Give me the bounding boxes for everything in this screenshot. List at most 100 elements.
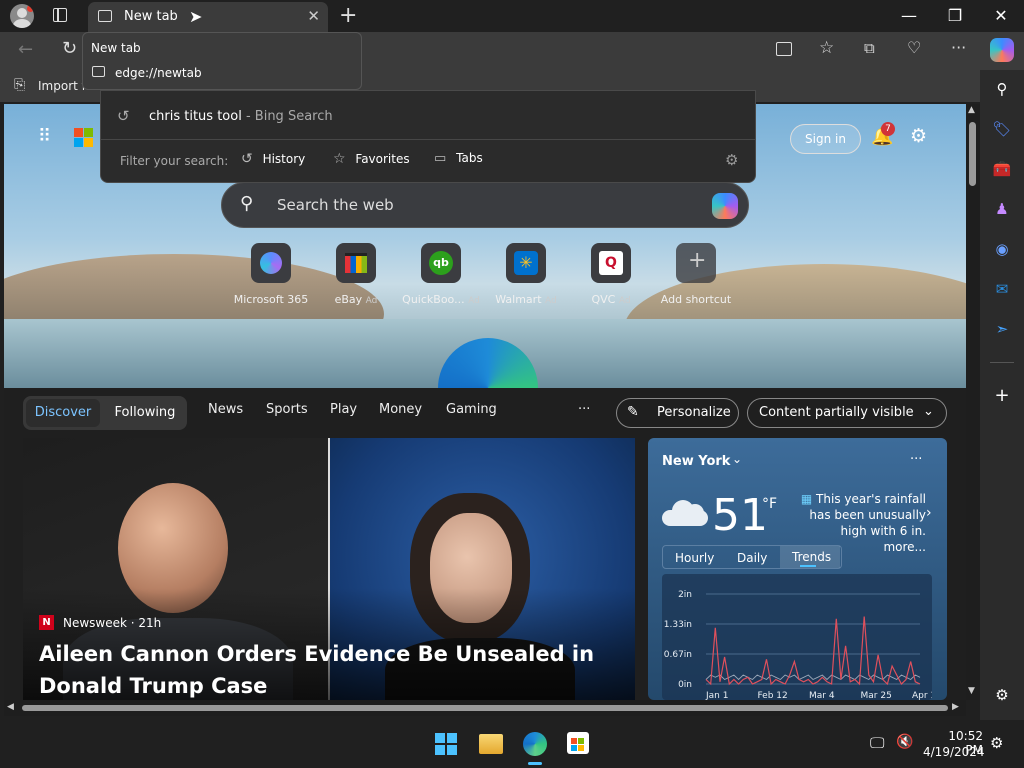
- collections-icon[interactable]: ⧉: [864, 39, 875, 57]
- content-visibility-dropdown[interactable]: Content partially visible ⌄: [747, 398, 947, 428]
- chart-y-tick-label: 0in: [678, 680, 692, 690]
- microsoft-logo: [74, 128, 94, 148]
- quick-link-label: QVC Ad: [591, 293, 631, 306]
- minimize-icon[interactable]: —: [886, 6, 932, 25]
- microsoft365-icon[interactable]: ◉: [992, 240, 1012, 260]
- tab-following[interactable]: Following: [107, 399, 183, 427]
- performance-icon[interactable]: ♡: [907, 38, 921, 57]
- weather-card[interactable]: New York ⌄ ··· 51 °F ▦ This year's rainf…: [648, 438, 947, 700]
- nav-more-icon[interactable]: ···: [578, 402, 590, 417]
- outlook-icon[interactable]: ✉: [992, 280, 1012, 300]
- search-box[interactable]: ⚲ Search the web: [221, 182, 749, 228]
- edge-sidebar: ⚲ 🏷 🧰 ♟ ◉ ✉ ➣ + ⚙: [980, 70, 1024, 720]
- personalize-label: Personalize: [657, 405, 731, 420]
- chart-series-normal-line: [705, 674, 921, 681]
- quick-link-qvc[interactable]: Q QVC Ad: [571, 243, 651, 306]
- content-feed: Discover Following News Sports Play Mone…: [4, 388, 966, 700]
- chevron-down-icon: ⌄: [923, 404, 934, 419]
- split-screen-icon[interactable]: [776, 42, 792, 56]
- edit-icon: ✎: [627, 404, 639, 420]
- close-window-icon[interactable]: ✕: [978, 6, 1024, 25]
- tab-hourly[interactable]: Hourly: [675, 551, 714, 565]
- title-bar: New tab ✕ ➤ + — ❐ ✕: [0, 0, 1024, 32]
- newsweek-logo-icon: N: [39, 615, 54, 630]
- chevron-down-icon[interactable]: ⌄: [732, 452, 742, 466]
- drop-icon[interactable]: ➣: [992, 320, 1012, 340]
- edge-taskbar-icon[interactable]: [523, 732, 547, 756]
- sign-in-button[interactable]: Sign in: [790, 124, 861, 154]
- add-sidebar-app-icon[interactable]: +: [992, 385, 1012, 406]
- dropdown-settings-icon[interactable]: ⚙: [725, 151, 738, 169]
- search-icon: ⚲: [240, 193, 254, 214]
- tab-trends[interactable]: Trends: [780, 546, 840, 568]
- games-icon[interactable]: ♟: [992, 200, 1012, 220]
- nav-sports[interactable]: Sports: [266, 402, 308, 417]
- quick-link-quickbooks[interactable]: qb QuickBoo... Ad: [401, 243, 481, 306]
- filter-favorites[interactable]: ☆ Favorites: [333, 151, 410, 171]
- article-headline[interactable]: Aileen Cannon Orders Evidence Be Unseale…: [39, 638, 599, 700]
- suggestion-row[interactable]: ↺ chris titus tool - Bing Search: [101, 99, 755, 133]
- quick-link-label: Walmart Ad: [495, 293, 557, 306]
- suggestion-text: chris titus tool - Bing Search: [149, 109, 333, 124]
- tab-daily[interactable]: Daily: [737, 551, 767, 565]
- profile-avatar[interactable]: [10, 4, 34, 28]
- back-icon[interactable]: ←: [18, 39, 33, 60]
- vertical-scrollbar[interactable]: ▲ ▼: [966, 104, 980, 700]
- vertical-scroll-thumb[interactable]: [969, 122, 976, 186]
- add-shortcut-button[interactable]: + Add shortcut: [656, 243, 736, 306]
- new-tab-icon[interactable]: +: [339, 3, 357, 28]
- scroll-left-icon[interactable]: ◀: [7, 702, 14, 712]
- nav-money[interactable]: Money: [379, 402, 422, 417]
- page-settings-icon[interactable]: ⚙: [910, 125, 927, 147]
- volume-muted-icon[interactable]: 🔇: [896, 734, 913, 750]
- restore-icon[interactable]: ❐: [932, 6, 978, 25]
- quick-link-walmart[interactable]: ✳ Walmart Ad: [486, 243, 566, 306]
- store-icon[interactable]: [567, 732, 589, 754]
- filter-history[interactable]: ↺ History: [241, 151, 305, 171]
- tab-new-tab[interactable]: New tab ✕: [88, 2, 328, 32]
- search-input[interactable]: Search the web: [277, 196, 394, 214]
- app-launcher-icon[interactable]: ⠿: [38, 126, 51, 147]
- nav-play[interactable]: Play: [330, 402, 357, 417]
- history-icon: ↺: [241, 151, 253, 167]
- quickbooks-icon: qb: [429, 251, 453, 275]
- personalize-button[interactable]: ✎ Personalize: [616, 398, 739, 428]
- scroll-down-icon[interactable]: ▼: [968, 686, 975, 696]
- more-menu-icon[interactable]: ···: [951, 38, 966, 57]
- close-tab-icon[interactable]: ✕: [307, 7, 320, 25]
- favorites-icon[interactable]: ☆: [819, 38, 834, 58]
- tools-icon[interactable]: 🧰: [992, 160, 1012, 180]
- scroll-up-icon[interactable]: ▲: [968, 105, 975, 115]
- article-card[interactable]: N Newsweek · 21h Aileen Cannon Orders Ev…: [23, 438, 635, 700]
- hover-card-title: New tab: [91, 41, 141, 55]
- notification-center-icon[interactable]: ⚙: [990, 734, 1003, 752]
- copilot-icon[interactable]: [990, 38, 1014, 62]
- sidebar-settings-icon[interactable]: ⚙: [992, 686, 1012, 706]
- nav-news[interactable]: News: [208, 402, 243, 417]
- copilot-search-icon[interactable]: [712, 193, 738, 219]
- chart-x-tick-label: Apr 14: [912, 691, 932, 700]
- scroll-right-icon[interactable]: ▶: [952, 702, 959, 712]
- filter-tabs[interactable]: ▭ Tabs: [434, 151, 483, 171]
- taskbar-date[interactable]: 4/19/2024: [923, 745, 985, 759]
- weather-location[interactable]: New York: [662, 454, 730, 469]
- quick-link-microsoft365[interactable]: Microsoft 365: [231, 243, 311, 306]
- quick-link-ebay[interactable]: eBay Ad: [316, 243, 396, 306]
- search-icon[interactable]: ⚲: [992, 80, 1012, 100]
- workspaces-icon[interactable]: [53, 8, 67, 22]
- chevron-right-icon[interactable]: ›: [926, 505, 932, 521]
- weather-more-icon[interactable]: ···: [910, 452, 922, 467]
- chart-x-tick-label: Jan 1: [705, 691, 728, 700]
- nav-gaming[interactable]: Gaming: [446, 402, 497, 417]
- start-icon[interactable]: [435, 733, 457, 755]
- tab-discover[interactable]: Discover: [26, 399, 100, 427]
- horizontal-scrollbar[interactable]: ◀ ▶: [4, 700, 966, 716]
- refresh-icon[interactable]: ↻: [62, 38, 77, 59]
- file-explorer-icon[interactable]: [479, 734, 503, 754]
- chart-x-tick-label: Feb 12: [758, 691, 788, 700]
- weather-tabs: Hourly Daily Trends: [662, 545, 842, 569]
- network-icon[interactable]: 🖵: [870, 734, 884, 752]
- horizontal-scroll-thumb[interactable]: [22, 705, 948, 711]
- mouse-cursor-icon: ➤: [189, 7, 203, 26]
- shopping-icon[interactable]: 🏷: [992, 120, 1012, 140]
